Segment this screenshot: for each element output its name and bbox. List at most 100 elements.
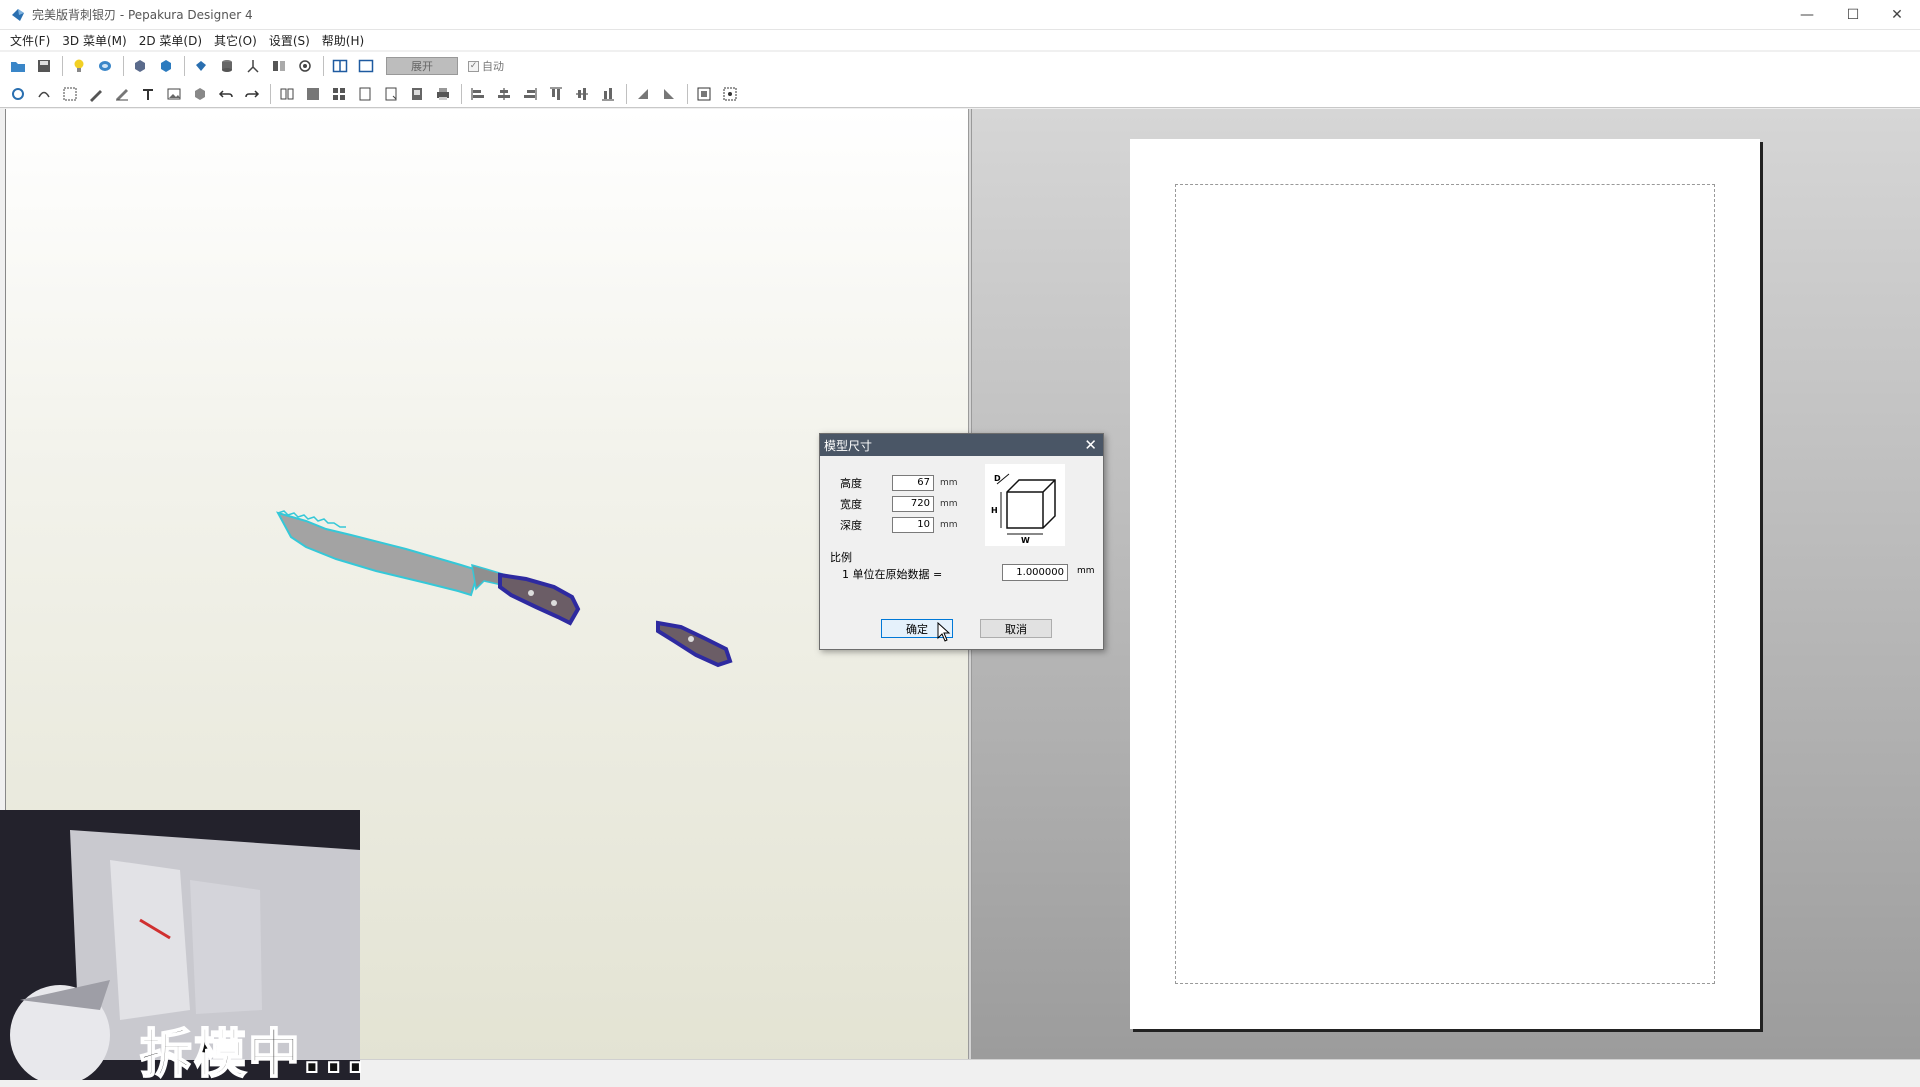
handle-rivet xyxy=(688,636,694,642)
unfold-button[interactable]: 展开 xyxy=(386,57,458,75)
align-center-button[interactable] xyxy=(492,82,516,106)
book-icon xyxy=(280,88,294,99)
axis-button[interactable] xyxy=(241,54,265,78)
preview-icon xyxy=(412,87,422,100)
preview-button[interactable] xyxy=(405,82,429,106)
print-button[interactable] xyxy=(431,82,455,106)
toolbar-separator xyxy=(323,56,324,76)
arrange-button[interactable] xyxy=(301,82,325,106)
toolbar-separator xyxy=(184,56,185,76)
distribute-h-button[interactable] xyxy=(631,82,655,106)
layout-button[interactable] xyxy=(327,82,351,106)
minimize-button[interactable]: — xyxy=(1784,0,1830,30)
menu-3d[interactable]: 3D 菜单(M) xyxy=(56,32,132,49)
align-middle-icon xyxy=(576,87,588,100)
knife-handle-piece[interactable] xyxy=(656,620,733,668)
depth-label: 深度 xyxy=(840,519,862,532)
printer-icon xyxy=(437,87,449,100)
toolbar-separator xyxy=(461,83,462,104)
flap-icon xyxy=(116,88,128,100)
texture-button[interactable] xyxy=(93,54,117,78)
select-all-button[interactable] xyxy=(718,82,742,106)
menu-bar: 文件(F) 3D 菜单(M) 2D 菜单(D) 其它(O) 设置(S) 帮助(H… xyxy=(0,30,1920,50)
join-tool-button[interactable] xyxy=(32,82,56,106)
align-center-icon xyxy=(498,87,510,100)
mirror-button[interactable] xyxy=(267,54,291,78)
split-view-button[interactable] xyxy=(328,54,352,78)
maximize-button[interactable]: ☐ xyxy=(1830,0,1876,30)
distribute-v-button[interactable] xyxy=(657,82,681,106)
split-view-icon xyxy=(332,59,348,73)
close-icon[interactable]: ✕ xyxy=(1084,436,1097,454)
diagram-w-label: W xyxy=(1021,536,1030,545)
diagram-h-label: H xyxy=(991,506,998,515)
part-tool-button[interactable] xyxy=(188,82,212,106)
redo-button[interactable] xyxy=(240,82,264,106)
image-tool-button[interactable] xyxy=(162,82,186,106)
align-top-icon xyxy=(550,87,562,100)
text-icon xyxy=(143,88,153,100)
2d-view-panel[interactable] xyxy=(972,109,1920,1059)
toolbar-separator xyxy=(687,83,688,104)
select-grid-icon xyxy=(63,87,77,100)
fit-button[interactable] xyxy=(692,82,716,106)
align-left-button[interactable] xyxy=(466,82,490,106)
page-add-icon xyxy=(385,87,397,100)
menu-settings[interactable]: 设置(S) xyxy=(263,32,316,49)
cube-view-icon xyxy=(135,60,145,72)
link-button[interactable] xyxy=(293,54,317,78)
align-bottom-icon xyxy=(602,87,614,100)
depth-input[interactable]: 10 xyxy=(892,517,934,533)
auto-label: 自动 xyxy=(482,60,504,73)
knife-blade[interactable] xyxy=(275,511,478,597)
dialog-titlebar[interactable]: 模型尺寸 ✕ xyxy=(820,434,1103,456)
distribute-h-icon xyxy=(638,88,648,99)
text-tool-button[interactable] xyxy=(136,82,160,106)
height-input[interactable]: 67 xyxy=(892,475,934,491)
edge-tool-button[interactable] xyxy=(84,82,108,106)
undo-button[interactable] xyxy=(214,82,238,106)
open-folder-icon xyxy=(11,62,25,72)
checkbox-box[interactable]: ✓ xyxy=(468,60,479,72)
align-top-button[interactable] xyxy=(544,82,568,106)
dimension-diagram: D H W xyxy=(985,464,1065,546)
main-toolbar: 展开 ✓ 自动 xyxy=(0,52,1920,80)
align-bottom-button[interactable] xyxy=(596,82,620,106)
auto-checkbox[interactable]: ✓ 自动 xyxy=(468,58,504,74)
menu-file[interactable]: 文件(F) xyxy=(4,32,56,49)
save-button[interactable] xyxy=(32,54,56,78)
layout-icon xyxy=(333,87,345,100)
menu-2d[interactable]: 2D 菜单(D) xyxy=(133,32,208,49)
page-add-button[interactable] xyxy=(379,82,403,106)
toolbar-separator xyxy=(626,83,627,104)
open-button[interactable] xyxy=(6,54,30,78)
single-view-icon xyxy=(358,59,374,73)
knife-handle[interactable] xyxy=(498,572,581,626)
paint-button[interactable] xyxy=(189,54,213,78)
select-tool-button[interactable] xyxy=(58,82,82,106)
width-label: 宽度 xyxy=(840,498,862,511)
flap-tool-button[interactable] xyxy=(110,82,134,106)
width-input[interactable]: 720 xyxy=(892,496,934,512)
cancel-button[interactable]: 取消 xyxy=(980,619,1052,638)
page-button[interactable] xyxy=(353,82,377,106)
align-middle-button[interactable] xyxy=(570,82,594,106)
paint-bucket-icon xyxy=(196,61,206,71)
eye-link-icon xyxy=(299,60,311,72)
cylinder-button[interactable] xyxy=(215,54,239,78)
close-window-button[interactable]: ✕ xyxy=(1874,0,1920,30)
menu-help[interactable]: 帮助(H) xyxy=(316,32,370,49)
view-3d-b-button[interactable] xyxy=(154,54,178,78)
scale-label: 比例 xyxy=(830,551,852,564)
image-icon xyxy=(167,88,181,99)
single-view-button[interactable] xyxy=(354,54,378,78)
rotate-tool-button[interactable] xyxy=(6,82,30,106)
print-margin xyxy=(1175,184,1715,984)
light-button[interactable] xyxy=(67,54,91,78)
scale-input[interactable]: 1.000000 xyxy=(1002,564,1068,581)
paper-sheet[interactable] xyxy=(1130,139,1760,1029)
menu-other[interactable]: 其它(O) xyxy=(208,32,263,49)
align-right-button[interactable] xyxy=(518,82,542,106)
book-button[interactable] xyxy=(275,82,299,106)
view-3d-a-button[interactable] xyxy=(128,54,152,78)
